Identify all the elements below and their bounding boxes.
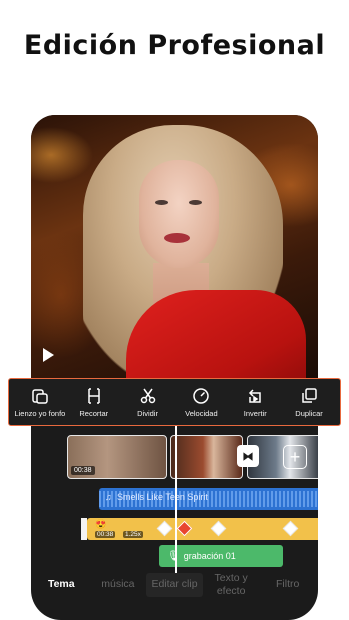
- add-clip-button[interactable]: +: [283, 445, 307, 469]
- effect-duration: 00:38: [95, 531, 116, 538]
- effect-speed: 1.25x: [123, 531, 143, 538]
- tab-texto-efecto[interactable]: Texto y efecto: [203, 572, 260, 598]
- audio-track[interactable]: ♫ Smells Like Teen Spirit: [99, 488, 318, 510]
- music-note-icon: ♫: [105, 492, 112, 502]
- tool-reverse[interactable]: Invertir: [228, 387, 282, 418]
- tool-split[interactable]: Dividir: [121, 387, 175, 418]
- effect-track[interactable]: 😍 00:38 1.25x: [81, 518, 318, 540]
- video-clip-2[interactable]: [170, 435, 243, 479]
- tool-label: Invertir: [243, 408, 267, 418]
- tool-trim[interactable]: Recortar: [67, 387, 121, 418]
- tool-label: Velocidad: [185, 408, 218, 418]
- timeline[interactable]: 00:38 ⧓ + ♫ Smells Like Teen Spirit 😍 00…: [31, 425, 318, 575]
- clip-duration: 00:38: [71, 466, 95, 475]
- speedometer-icon: [193, 387, 210, 404]
- headline: Edición Profesional: [23, 30, 326, 61]
- edit-toolbar: Lienzo yo fonfo Recortar Dividir Velocid…: [8, 378, 341, 426]
- tab-filtro[interactable]: Filtro: [259, 578, 316, 591]
- keyframe-diamond[interactable]: [210, 520, 227, 537]
- preview-lips: [164, 233, 190, 243]
- tab-musica[interactable]: música: [90, 578, 147, 591]
- audio-title: Smells Like Teen Spirit: [117, 492, 208, 502]
- preview-eye-left: [155, 200, 168, 205]
- playhead[interactable]: [175, 425, 177, 573]
- video-clip-1[interactable]: 00:38: [67, 435, 167, 479]
- transition-icon[interactable]: ⧓: [237, 445, 259, 467]
- tab-editar-clip[interactable]: Editar clip: [146, 573, 203, 597]
- phone-frame: 00:38 ⧓ + ♫ Smells Like Teen Spirit 😍 00…: [31, 115, 318, 620]
- tool-label: Recortar: [79, 408, 109, 418]
- microphone-icon: 🎙: [167, 550, 180, 562]
- reverse-icon: [249, 388, 261, 403]
- keyframe-diamond[interactable]: [156, 520, 173, 537]
- effect-trim-handle[interactable]: [81, 518, 87, 540]
- keyframe-diamond-active[interactable]: [176, 520, 193, 537]
- trim-icon: [87, 387, 100, 404]
- preview-eye-right: [189, 200, 202, 205]
- tool-speed[interactable]: Velocidad: [174, 387, 228, 418]
- tool-label: Lienzo yo fonfo: [14, 408, 66, 418]
- voiceover-label: grabación 01: [183, 551, 236, 561]
- video-preview[interactable]: [31, 115, 318, 378]
- duplicate-icon: [302, 387, 317, 403]
- video-clips-track: 00:38: [67, 435, 318, 479]
- effect-badge: 😍: [95, 519, 107, 529]
- tool-duplicate[interactable]: Duplicar: [282, 387, 336, 418]
- tool-canvas[interactable]: Lienzo yo fonfo: [13, 387, 67, 418]
- canvas-icon: [32, 388, 48, 404]
- scissors-icon: [140, 388, 155, 403]
- tool-label: Dividir: [137, 408, 158, 418]
- play-icon[interactable]: [43, 348, 54, 362]
- keyframe-diamond[interactable]: [282, 520, 299, 537]
- tool-label: Duplicar: [295, 408, 323, 418]
- bottom-tabbar: Tema música Editar clip Texto y efecto F…: [31, 563, 318, 607]
- preview-face: [139, 160, 219, 268]
- preview-red-top: [126, 290, 306, 378]
- tab-tema[interactable]: Tema: [33, 578, 90, 591]
